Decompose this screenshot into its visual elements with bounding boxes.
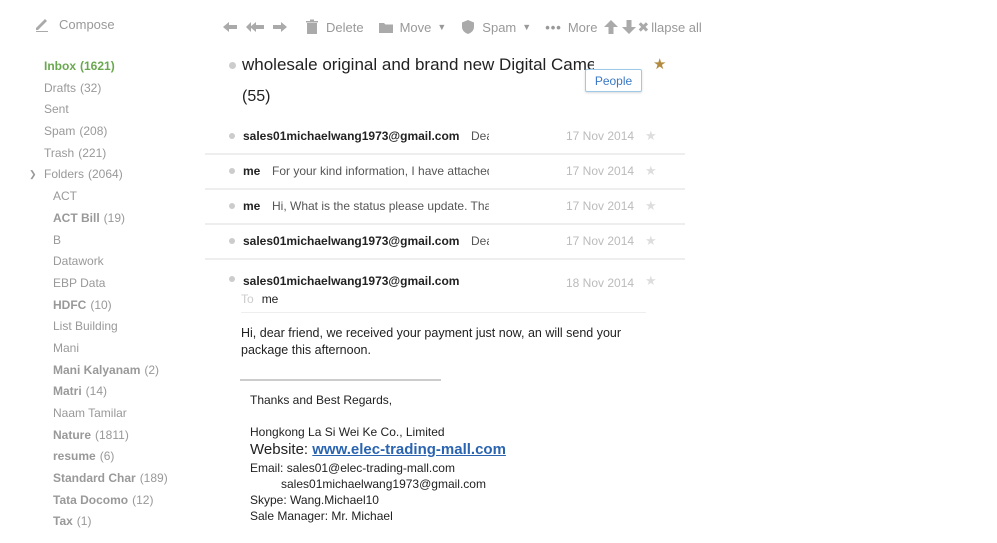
message-body: Hi, dear friend, we received your paymen… bbox=[241, 326, 622, 357]
thread-count: (55) bbox=[242, 88, 271, 105]
message-sender: sales01michaelwang1973@gmail.com bbox=[243, 234, 460, 248]
signature: Thanks and Best Regards, Hongkong La Si … bbox=[250, 392, 506, 524]
folder-icon bbox=[378, 23, 393, 33]
chevron-down-icon[interactable]: ❯ bbox=[29, 164, 37, 186]
reply-button[interactable] bbox=[222, 19, 238, 35]
signature-company: Hongkong La Si Wei Ke Co., Limited bbox=[250, 425, 445, 439]
signature-website: Website: www.elec-trading-mall.com bbox=[250, 441, 506, 458]
signature-email: Email: sales01@elec-trading-mall.com bbox=[250, 461, 455, 475]
signature-manager: Sale Manager: Mr. Michael bbox=[250, 509, 393, 523]
message-date: 17 Nov 2014 bbox=[566, 164, 635, 178]
shield-icon bbox=[462, 20, 475, 34]
chevron-down-icon: ▼ bbox=[437, 22, 447, 32]
compose-label: Compose bbox=[59, 16, 115, 32]
sidebar-item-drafts[interactable]: Drafts (32) bbox=[44, 78, 214, 100]
sidebar-item-inbox[interactable]: Inbox (1621) bbox=[44, 56, 214, 78]
people-button[interactable]: People bbox=[585, 69, 642, 92]
forward-button[interactable] bbox=[272, 19, 288, 35]
star-icon[interactable]: ★ bbox=[645, 128, 657, 144]
message-date: 18 Nov 2014 bbox=[566, 276, 635, 290]
folder-item-b[interactable]: B bbox=[44, 230, 214, 252]
star-icon[interactable]: ★ bbox=[645, 198, 657, 214]
unread-dot bbox=[229, 203, 235, 209]
email-link[interactable]: sales01@elec-trading-mall.com bbox=[287, 461, 455, 475]
sidebar-item-trash[interactable]: Trash (221) bbox=[44, 143, 214, 165]
thread-subject: wholesale original and brand new Digital… bbox=[242, 55, 594, 74]
sidebar-nav: Inbox (1621) Drafts (32) Sent Spam (208) Tr… bbox=[29, 56, 214, 533]
message-date: 17 Nov 2014 bbox=[566, 234, 635, 248]
star-icon[interactable]: ★ bbox=[645, 273, 657, 289]
website-link[interactable]: www.elec-trading-mall.com bbox=[312, 441, 506, 458]
message-sender: me bbox=[243, 199, 261, 213]
folder-item-act-bill[interactable]: ACT Bill (19) bbox=[44, 208, 214, 230]
folder-item-hdfc[interactable]: HDFC (10) bbox=[44, 295, 214, 317]
folder-item-list-building[interactable]: List Building bbox=[44, 316, 214, 338]
divider bbox=[241, 312, 646, 313]
message-snippet: Hi, What is the status please update. Th… bbox=[272, 199, 489, 213]
sidebar-item-folders[interactable]: ❯ Folders (2064) bbox=[29, 164, 214, 186]
arrow-down-icon bbox=[622, 20, 637, 34]
ellipsis-icon: ••• bbox=[545, 19, 562, 35]
pencil-icon bbox=[36, 19, 48, 32]
reply-all-icon bbox=[246, 22, 264, 32]
star-icon[interactable]: ★ bbox=[645, 233, 657, 249]
arrow-up-icon bbox=[604, 20, 619, 34]
collapse-icon: ✖ bbox=[637, 18, 650, 35]
folder-item-matri[interactable]: Matri (14) bbox=[44, 381, 214, 403]
trash-icon bbox=[306, 19, 318, 34]
message-date: 17 Nov 2014 bbox=[566, 129, 635, 143]
move-up-button[interactable] bbox=[603, 19, 619, 35]
unread-dot bbox=[229, 276, 235, 282]
message-snippet: For your kind information, I have attach… bbox=[272, 164, 489, 178]
folder-item-datawork[interactable]: Datawork bbox=[44, 251, 214, 273]
compose-button[interactable]: Compose bbox=[34, 16, 115, 32]
unread-dot bbox=[229, 238, 235, 244]
message-row[interactable]: sales01michaelwang1973@gmail.com Dear 17… bbox=[205, 224, 685, 260]
message-snippet: Dear bbox=[471, 129, 489, 143]
folder-item-ebp-data[interactable]: EBP Data bbox=[44, 273, 214, 295]
delete-button[interactable]: Delete bbox=[304, 19, 364, 35]
folder-item-naam-tamilar[interactable]: Naam Tamilar bbox=[44, 403, 214, 425]
message-sender: sales01michaelwang1973@gmail.com bbox=[243, 129, 460, 143]
forward-icon bbox=[273, 22, 287, 32]
signature-regards: Thanks and Best Regards, bbox=[250, 393, 393, 407]
move-down-button[interactable] bbox=[621, 19, 637, 35]
reply-all-button[interactable] bbox=[246, 19, 264, 35]
chevron-down-icon: ▼ bbox=[522, 22, 532, 32]
signature-divider bbox=[240, 379, 441, 381]
spam-button[interactable]: Spam ▼ bbox=[460, 19, 531, 35]
star-icon[interactable]: ★ bbox=[653, 55, 666, 73]
folder-item-resume[interactable]: resume (6) bbox=[44, 446, 214, 468]
folder-item-nature[interactable]: Nature (1811) bbox=[44, 425, 214, 447]
recipient-line: To me bbox=[241, 292, 279, 306]
toolbar: Delete Move ▼ Spam ▼ ••• More ✖ llapse a… bbox=[222, 16, 716, 38]
message-snippet: Dear bbox=[471, 234, 489, 248]
message-row[interactable]: me Hi, What is the status please update.… bbox=[205, 189, 685, 225]
collapse-all-button[interactable]: ✖ llapse all bbox=[637, 19, 701, 36]
message-row[interactable]: me For your kind information, I have att… bbox=[205, 154, 685, 190]
more-button[interactable]: ••• More bbox=[545, 20, 597, 35]
message-sender: sales01michaelwang1973@gmail.com bbox=[243, 274, 460, 288]
message-row[interactable]: sales01michaelwang1973@gmail.com Dear 17… bbox=[205, 119, 685, 155]
star-icon[interactable]: ★ bbox=[645, 163, 657, 179]
sidebar-item-spam[interactable]: Spam (208) bbox=[44, 121, 214, 143]
folder-item-act[interactable]: ACT bbox=[44, 186, 214, 208]
move-button[interactable]: Move ▼ bbox=[378, 19, 447, 35]
folder-item-standard-char[interactable]: Standard Char (189) bbox=[44, 468, 214, 490]
email-link[interactable]: sales01michaelwang1973@gmail.com bbox=[250, 476, 506, 492]
unread-dot bbox=[229, 168, 235, 174]
folder-item-tax[interactable]: Tax (1) bbox=[44, 511, 214, 533]
recipient[interactable]: me bbox=[262, 292, 279, 306]
message-sender: me bbox=[243, 164, 261, 178]
unread-dot bbox=[229, 133, 235, 139]
folder-item-mani[interactable]: Mani bbox=[44, 338, 214, 360]
folder-item-tata-docomo[interactable]: Tata Docomo (12) bbox=[44, 490, 214, 512]
folder-item-mani-kalyanam[interactable]: Mani Kalyanam (2) bbox=[44, 360, 214, 382]
sidebar-item-sent[interactable]: Sent bbox=[44, 99, 214, 121]
message-date: 17 Nov 2014 bbox=[566, 199, 635, 213]
signature-skype: Skype: Wang.Michael10 bbox=[250, 493, 379, 507]
unread-dot bbox=[229, 62, 236, 69]
reply-icon bbox=[223, 22, 237, 32]
